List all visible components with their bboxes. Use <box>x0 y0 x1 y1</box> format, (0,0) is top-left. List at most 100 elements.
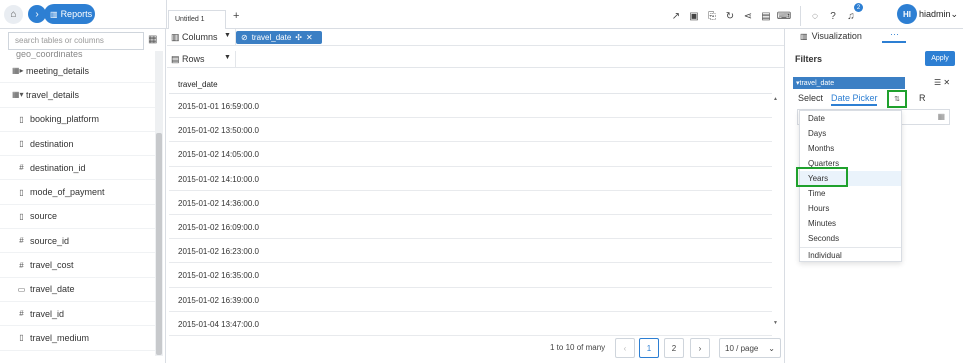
table-row: 2015-01-02 14:05:00.0 <box>169 142 772 167</box>
page-size-value: 10 / page <box>725 343 759 353</box>
help-icon[interactable]: ? <box>825 8 841 24</box>
menu-item-minutes[interactable]: Minutes <box>800 216 901 231</box>
sidebar-item-travel-id[interactable]: # travel_id <box>0 302 155 327</box>
page-1-button[interactable]: 1 <box>639 338 659 358</box>
menu-item-date[interactable]: Date <box>800 111 901 126</box>
calendar-icon[interactable]: ▦ <box>937 112 945 121</box>
data-grid: 2015-01-01 16:59:00.0 2015-01-02 13:50:0… <box>169 94 772 336</box>
column-chip-travel-date[interactable]: ⊘ travel_date ✣ ✕ <box>236 31 322 44</box>
rows-label[interactable]: ▤ Rows <box>171 54 205 65</box>
sidebar-item-label: travel_cost <box>30 260 74 271</box>
sidebar-item-label: source_id <box>30 235 70 246</box>
scroll-up-icon[interactable]: ▲ <box>773 96 778 102</box>
table-icon: ▦▸ <box>12 66 24 76</box>
tab-more[interactable]: ··· <box>890 29 899 39</box>
menu-item-months[interactable]: Months <box>800 141 901 156</box>
scroll-down-icon[interactable]: ▼ <box>773 320 778 326</box>
export-icon[interactable]: ⎘ <box>704 8 720 24</box>
sidebar-item-label: meeting_details <box>26 65 90 76</box>
list-item-partial: geo_coordinates <box>16 51 83 59</box>
menu-item-days[interactable]: Days <box>800 126 901 141</box>
sidebar-item-booking-platform[interactable]: ▯ booking_platform <box>0 108 155 132</box>
sidebar-item-travel-medium[interactable]: ▯ travel_medium <box>0 326 155 351</box>
page-2-button[interactable]: 2 <box>664 338 684 358</box>
prev-page-button[interactable]: ‹ <box>615 338 635 358</box>
column-header[interactable]: travel_date <box>169 74 772 94</box>
scrollbar-thumb[interactable] <box>156 133 162 355</box>
bell-icon[interactable]: ♫ 2 <box>843 3 863 24</box>
home-icon[interactable]: ⌂ <box>4 5 23 24</box>
text-field-icon: ▯ <box>19 187 24 197</box>
caret-down-icon[interactable]: ▼ <box>224 32 231 39</box>
menu-item-individual[interactable]: Individual <box>800 247 901 262</box>
apply-button[interactable]: Apply <box>925 51 955 66</box>
bulb-icon[interactable]: ◌ <box>807 8 823 24</box>
tab-visualization[interactable]: ▥ Visualization <box>800 31 862 41</box>
sidebar-item-mode-of-payment[interactable]: ▯ mode_of_payment <box>0 180 155 205</box>
next-page-button[interactable]: › <box>690 338 710 358</box>
menu-item-quarters[interactable]: Quarters <box>800 156 901 171</box>
sidebar-item-travel-date[interactable]: ▭ travel_date <box>0 278 155 302</box>
sidebar-item-meeting-details[interactable]: ▦▸ meeting_details <box>0 59 155 84</box>
sidebar-scrollbar[interactable] <box>155 51 163 356</box>
tab-select[interactable]: Select <box>798 93 823 103</box>
date-format-icon[interactable]: ⇅ <box>887 90 907 108</box>
chevron-down-icon: ⌄ <box>950 9 959 19</box>
sidebar-item-source[interactable]: ▯ source <box>0 205 155 230</box>
caret-down-icon[interactable]: ▼ <box>224 54 231 61</box>
menu-item-seconds[interactable]: Seconds <box>800 231 901 246</box>
menu-item-time[interactable]: Time <box>800 186 901 201</box>
reports-button[interactable]: ▥ Reports <box>44 4 95 24</box>
chip-label: travel_date <box>251 33 292 42</box>
add-tab-button[interactable]: + <box>233 10 239 22</box>
sidebar-item-label: travel_details <box>26 89 80 100</box>
sidebar-item-label: destination_id <box>30 162 86 173</box>
sidebar-item-destination[interactable]: ▯ destination <box>0 132 155 157</box>
table-row: 2015-01-01 16:59:00.0 <box>169 94 772 119</box>
sidebar-item-label: travel_id <box>30 308 65 319</box>
filter-tabs: Select Date Picker ⇅ R <box>797 90 957 108</box>
sidebar-item-label: booking_platform <box>30 114 100 125</box>
table-row: 2015-01-02 14:10:00.0 <box>169 167 772 191</box>
notification-badge: 2 <box>854 3 863 12</box>
columns-shelf: ▥ Columns ▼ ⊘ travel_date ✣ ✕ <box>167 29 784 46</box>
share-icon[interactable]: ⋖ <box>740 8 756 24</box>
tab-untitled[interactable]: Untitled 1 <box>168 10 226 29</box>
field-tree: geo_coordinates ▦▸ meeting_details ▦▾ tr… <box>0 51 155 351</box>
page-size-select[interactable]: 10 / page ⌄ <box>719 338 781 358</box>
columns-label[interactable]: ▥ Columns <box>171 32 218 43</box>
menu-item-hours[interactable]: Hours <box>800 201 901 216</box>
active-tab-indicator <box>831 104 877 106</box>
sidebar-item-travel-cost[interactable]: # travel_cost <box>0 253 155 278</box>
table-grid-icon[interactable]: ▦ <box>148 34 157 45</box>
grid-scrollbar[interactable]: ▲ ▼ <box>772 94 781 328</box>
rows-label-text: Rows <box>182 54 205 64</box>
filters-title: Filters <box>795 54 823 64</box>
list-icon[interactable]: ☰ <box>934 78 941 87</box>
search-input[interactable]: search tables or columns <box>8 32 144 50</box>
username-menu[interactable]: hiadmin⌄ <box>919 9 958 20</box>
text-field-icon: ▯ <box>19 139 24 149</box>
menu-item-years[interactable]: Years <box>800 171 901 186</box>
layout-icon[interactable]: ▤ <box>758 8 774 24</box>
close-icon[interactable]: ✕ <box>306 33 313 42</box>
sidebar-item-destination-id[interactable]: # destination_id <box>0 156 155 181</box>
tab-date-picker[interactable]: Date Picker <box>831 93 878 103</box>
save-icon[interactable]: ▣ <box>686 8 702 24</box>
bar-chart-icon: ▥ <box>50 9 58 19</box>
move-icon[interactable]: ✣ <box>295 33 302 42</box>
tab-visualization-label: Visualization <box>811 31 862 41</box>
table-row: 2015-01-04 13:47:00.0 <box>169 312 772 336</box>
keyboard-icon[interactable]: ⌨ <box>776 8 792 24</box>
chevron-right-icon[interactable]: › <box>28 5 46 23</box>
refresh-icon[interactable]: ↻ <box>722 8 738 24</box>
close-icon[interactable]: ✕ <box>943 78 950 87</box>
tab-r[interactable]: R <box>919 93 926 103</box>
avatar[interactable]: HI <box>897 4 917 24</box>
sidebar-item-source-id[interactable]: # source_id <box>0 229 155 254</box>
sidebar: search tables or columns ▦ geo_coordinat… <box>0 29 166 363</box>
filter-field-header[interactable]: ▾travel_date <box>793 77 905 89</box>
sidebar-item-travel-details[interactable]: ▦▾ travel_details <box>0 83 155 108</box>
line-chart-icon[interactable]: ↗ <box>668 8 684 24</box>
number-field-icon: # <box>19 260 24 270</box>
